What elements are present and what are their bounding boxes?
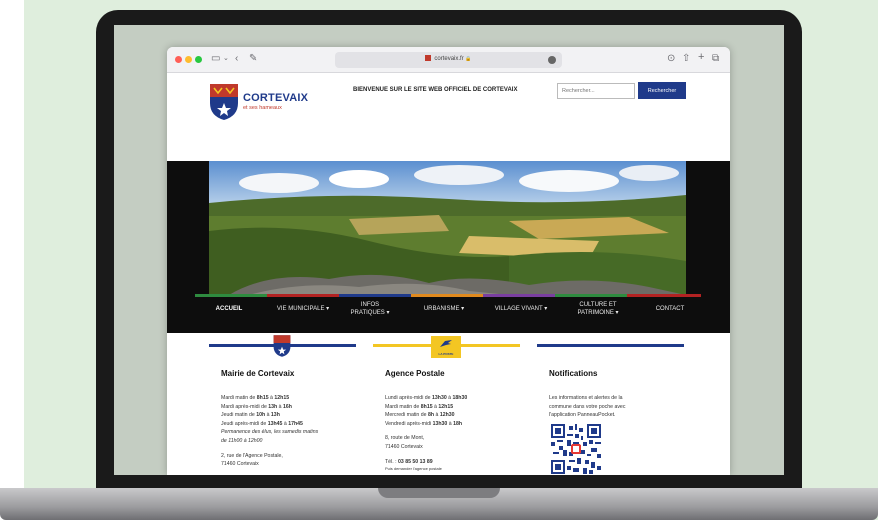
nav-item-infos-pratiques[interactable]: INFOS PRATIQUES ▾ [345, 301, 395, 317]
nav-item-vie-municipale[interactable]: VIE MUNICIPALE ▾ [267, 305, 339, 313]
notifications-card: Notifications Les informations et alerte… [537, 344, 684, 475]
page-left-margin [0, 0, 24, 520]
mairie-card: Mairie de Cortevaix Mardi matin de 8h15 … [209, 335, 356, 475]
agence-hours: Lundi après-midi de 13h30 à 18h30 Mardi … [385, 394, 467, 472]
nav-item-culture-patrimoine[interactable]: CULTURE ET PATRIMOINE ▾ [567, 301, 629, 317]
site-header: CORTEVAIX et ses hameaux BIENVENUE SUR L… [167, 47, 730, 161]
agence-hours-line: Lundi après-midi de 13h30 à 18h30 [385, 395, 468, 401]
landscape-photo [209, 161, 686, 295]
agence-address-line: 8, route de Mont, [385, 435, 425, 442]
mairie-hours-line: Jeudi après-midi de 13h45 à 17h45 [221, 420, 303, 427]
agence-phone[interactable]: Tél. : 03 85 50 13 89 [385, 458, 467, 467]
nav-item-accueil[interactable]: ACCUEIL [209, 305, 249, 313]
mairie-address-city: 71460 Cortevaix [221, 461, 259, 468]
hero-banner: ACCUEIL VIE MUNICIPALE ▾ INFOS PRATIQUES… [167, 161, 730, 333]
site-logo-title[interactable]: CORTEVAIX [243, 92, 308, 104]
browser-window: ▭ ⌄ ‹ ✎ cortevaix.fr 🔒 ⊙ ⇧ + ⧉ CORTEVAIX… [167, 47, 730, 475]
content-area: Mairie de Cortevaix Mardi matin de 8h15 … [167, 333, 730, 475]
qr-code-icon[interactable] [551, 424, 601, 474]
agence-phone-note: Puis demander l'agence postale [385, 466, 442, 472]
la-poste-logo-text: LA POSTE [438, 352, 454, 356]
nav-item-urbanisme[interactable]: URBANISME ▾ [413, 305, 475, 313]
notifications-title: Notifications [549, 369, 598, 378]
mairie-permanence: Permanence des élus, les samedis matins [221, 429, 319, 436]
la-poste-bird-icon [440, 340, 452, 347]
notifications-text-line: commune dans votre poche avec [549, 403, 626, 410]
search-button[interactable]: Rechercher [638, 82, 686, 99]
mairie-permanence-time: de 11h00 à 12h00 [221, 437, 263, 444]
mairie-hours-line: Mardi après-midi de 13h à 16h [221, 403, 292, 410]
agence-address-city: 71460 Cortevaix [385, 443, 423, 450]
mairie-title: Mairie de Cortevaix [221, 369, 295, 378]
agence-hours-line: Mercredi matin de 8h à 12h30 [385, 412, 455, 419]
nav-item-village-vivant[interactable]: VILLAGE VIVANT ▾ [483, 305, 559, 313]
agence-title: Agence Postale [385, 369, 445, 378]
mairie-address-line: 2, rue de l'Agence Postale, [221, 452, 283, 459]
coat-of-arms-small-icon [273, 335, 291, 357]
welcome-heading: BIENVENUE SUR LE SITE WEB OFFICIEL DE CO… [353, 87, 518, 93]
agence-postale-card: LA POSTE Agence Postale Lundi après-midi… [373, 336, 520, 475]
notifications-text: Les informations et alertes de la commun… [549, 394, 625, 420]
notifications-card-bar [537, 344, 684, 347]
mairie-hours-line: Jeudi matin de 10h à 13h [221, 412, 280, 419]
notifications-text-line: Les informations et alertes de la [549, 395, 623, 401]
search-input[interactable] [557, 83, 635, 99]
coat-of-arms-icon[interactable] [209, 83, 239, 121]
mairie-hours: Mardi matin de 8h15 à 12h15 Mardi après-… [221, 394, 318, 469]
main-nav: ACCUEIL VIE MUNICIPALE ▾ INFOS PRATIQUES… [195, 297, 701, 331]
site-logo-subtitle: et ses hameaux [243, 105, 282, 111]
nav-item-contact[interactable]: CONTACT [645, 305, 695, 313]
agence-hours-line: Vendredi après-midi 13h30 à 18h [385, 420, 463, 427]
laptop-notch [378, 488, 500, 498]
laptop-screen: ▭ ⌄ ‹ ✎ cortevaix.fr 🔒 ⊙ ⇧ + ⧉ CORTEVAIX… [114, 25, 784, 475]
la-poste-logo: LA POSTE [431, 336, 461, 358]
agence-hours-line: Mardi matin de 8h15 à 12h15 [385, 403, 454, 410]
notifications-text-line: l'application PanneauPocket. [549, 412, 616, 419]
mairie-hours-line: Mardi matin de 8h15 à 12h15 [221, 395, 290, 401]
